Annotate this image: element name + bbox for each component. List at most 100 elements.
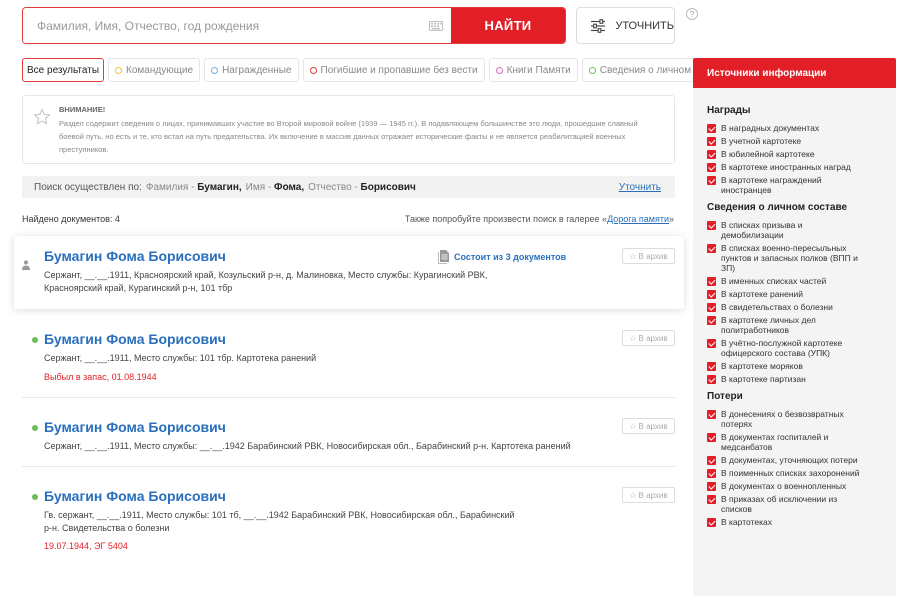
- checkbox-checked[interactable]: [707, 433, 716, 442]
- source-checkbox[interactable]: В донесениях о безвозвратных потерях: [693, 409, 896, 429]
- checkbox-checked[interactable]: [707, 290, 716, 299]
- sidebar-section-title: Награды: [707, 105, 751, 116]
- checkbox-checked[interactable]: [707, 150, 716, 159]
- checkbox-checked[interactable]: [707, 124, 716, 133]
- source-label: В свидетельствах о болезни: [721, 302, 833, 312]
- result-details: Сержант, __.__.1911, Место службы: 101 т…: [44, 353, 317, 363]
- find-button[interactable]: НАЙТИ: [451, 8, 565, 43]
- checkbox-checked[interactable]: [707, 277, 716, 286]
- source-checkbox[interactable]: В свидетельствах о болезни: [693, 302, 896, 312]
- source-checkbox[interactable]: В картотеке моряков: [693, 361, 896, 371]
- name-label: Имя -: [245, 181, 272, 193]
- source-checkbox[interactable]: В картотеке личных дел политработников: [693, 315, 896, 335]
- source-checkbox[interactable]: В документах госпиталей и медсанбатов: [693, 432, 896, 452]
- found-count: Найдено документов: 4: [22, 214, 120, 224]
- search-box: НАЙТИ: [22, 7, 566, 44]
- tab-killed-missing[interactable]: Погибшие и пропавшие без вести: [302, 58, 485, 82]
- result-name[interactable]: Бумагин Фома Борисович: [44, 488, 226, 504]
- source-checkbox[interactable]: В документах, уточняющих потери: [693, 455, 896, 465]
- surname-value: Бумагин,: [197, 181, 242, 193]
- source-checkbox[interactable]: В приказах об исключении из списков: [693, 494, 896, 514]
- archive-button[interactable]: ☆ В архив: [622, 487, 675, 503]
- source-checkbox[interactable]: В картотеке награждений иностранцев: [693, 175, 896, 195]
- result-details: Гв. сержант, __.__.1911, Место службы: 1…: [44, 510, 515, 533]
- tab-commanders[interactable]: Командующие: [108, 58, 201, 82]
- checkbox-checked[interactable]: [707, 518, 716, 527]
- source-checkbox[interactable]: В картотеках: [693, 517, 896, 527]
- tab-label: Командующие: [126, 64, 194, 76]
- checkbox-checked[interactable]: [707, 339, 716, 348]
- gallery-hint: Также попробуйте произвести поиск в гале…: [405, 214, 674, 224]
- refine-link[interactable]: Уточнить: [619, 182, 661, 193]
- checkbox-checked[interactable]: [707, 495, 716, 504]
- tab-label: Погибшие и пропавшие без вести: [320, 64, 478, 76]
- docs-group[interactable]: Состоит из 3 документов: [438, 250, 566, 264]
- tab-awarded[interactable]: Награжденные: [204, 58, 299, 82]
- source-label: В наградных документах: [721, 123, 820, 133]
- refine-label: УТОЧНИТЬ: [615, 19, 674, 32]
- gallery-prefix: Также попробуйте произвести поиск в гале…: [404, 214, 608, 224]
- result-name[interactable]: Бумагин Фома Борисович: [44, 331, 226, 347]
- result-card[interactable]: Бумагин Фома Борисович Гв. сержант, __._…: [14, 483, 684, 563]
- tab-dot: [495, 66, 503, 74]
- tab-label: Награжденные: [222, 64, 292, 76]
- sidebar-section-title: Потери: [707, 391, 743, 402]
- checkbox-checked[interactable]: [707, 303, 716, 312]
- archive-label: В архив: [638, 490, 668, 500]
- source-label: В картотеках: [721, 517, 772, 527]
- result-name[interactable]: Бумагин Фома Борисович: [44, 248, 226, 264]
- result-card[interactable]: Бумагин Фома Борисович Сержант, __.__.19…: [14, 326, 684, 396]
- source-checkbox[interactable]: В наградных документах: [693, 123, 896, 133]
- star-icon: [33, 108, 51, 125]
- status-dot: [32, 494, 38, 500]
- help-icon[interactable]: ?: [686, 8, 698, 20]
- tab-all-results[interactable]: Все результаты: [22, 58, 105, 82]
- summary-prefix: Поиск осуществлен по:: [34, 181, 142, 193]
- source-checkbox[interactable]: В юбилейной картотеке: [693, 149, 896, 159]
- refine-button[interactable]: УТОЧНИТЬ: [576, 7, 675, 44]
- result-name[interactable]: Бумагин Фома Борисович: [44, 419, 226, 435]
- surname-label: Фамилия -: [145, 181, 195, 193]
- source-checkbox[interactable]: В учетной картотеке: [693, 136, 896, 146]
- result-card[interactable]: Бумагин Фома Борисович Сержант, __.__.19…: [14, 236, 684, 309]
- checkbox-checked[interactable]: [707, 482, 716, 491]
- tab-memory-books[interactable]: Книги Памяти: [488, 58, 578, 82]
- archive-button[interactable]: ☆ В архив: [622, 248, 675, 264]
- tab-dot: [588, 66, 596, 74]
- documents-icon: [438, 250, 449, 264]
- star-icon: ☆: [629, 490, 637, 500]
- archive-button[interactable]: ☆ В архив: [622, 330, 675, 346]
- source-checkbox[interactable]: В поименных списках захоронений: [693, 468, 896, 478]
- checkbox-checked[interactable]: [707, 137, 716, 146]
- checkbox-checked[interactable]: [707, 469, 716, 478]
- checkbox-checked[interactable]: [707, 375, 716, 384]
- checkbox-checked[interactable]: [707, 176, 716, 185]
- checkbox-checked[interactable]: [707, 221, 716, 230]
- archive-button[interactable]: ☆ В архив: [622, 418, 675, 434]
- source-checkbox[interactable]: В картотеке партизан: [693, 374, 896, 384]
- source-label: В картотеке партизан: [721, 374, 806, 384]
- checkbox-checked[interactable]: [707, 244, 716, 253]
- source-label: В картотеке ранений: [721, 289, 804, 299]
- name-value: Фома,: [274, 181, 305, 193]
- checkbox-checked[interactable]: [707, 456, 716, 465]
- checkbox-checked[interactable]: [707, 316, 716, 325]
- source-checkbox[interactable]: В учётно-послужной картотеке офицерского…: [693, 338, 896, 358]
- source-checkbox[interactable]: В именных списках частей: [693, 276, 896, 286]
- patronymic-value: Борисович: [360, 181, 416, 193]
- source-checkbox[interactable]: В списках военно-пересыльных пунктов и з…: [693, 243, 896, 273]
- result-card[interactable]: Бумагин Фома Борисович Сержант, __.__.19…: [14, 414, 684, 464]
- source-checkbox[interactable]: В картотеке иностранных наград: [693, 162, 896, 172]
- source-label: В документах, уточняющих потери: [721, 455, 858, 465]
- keyboard-icon[interactable]: [421, 8, 451, 43]
- checkbox-checked[interactable]: [707, 163, 716, 172]
- checkbox-checked[interactable]: [707, 362, 716, 371]
- source-label: В юбилейной картотеке: [721, 149, 815, 159]
- source-checkbox[interactable]: В картотеке ранений: [693, 289, 896, 299]
- checkbox-checked[interactable]: [707, 410, 716, 419]
- source-label: В картотеке личных дел политработников: [721, 315, 816, 335]
- search-input[interactable]: [23, 8, 421, 43]
- gallery-link[interactable]: Дорога памяти: [607, 214, 669, 224]
- source-checkbox[interactable]: В документах о военнопленных: [693, 481, 896, 491]
- source-checkbox[interactable]: В списках призыва и демобилизации: [693, 220, 896, 240]
